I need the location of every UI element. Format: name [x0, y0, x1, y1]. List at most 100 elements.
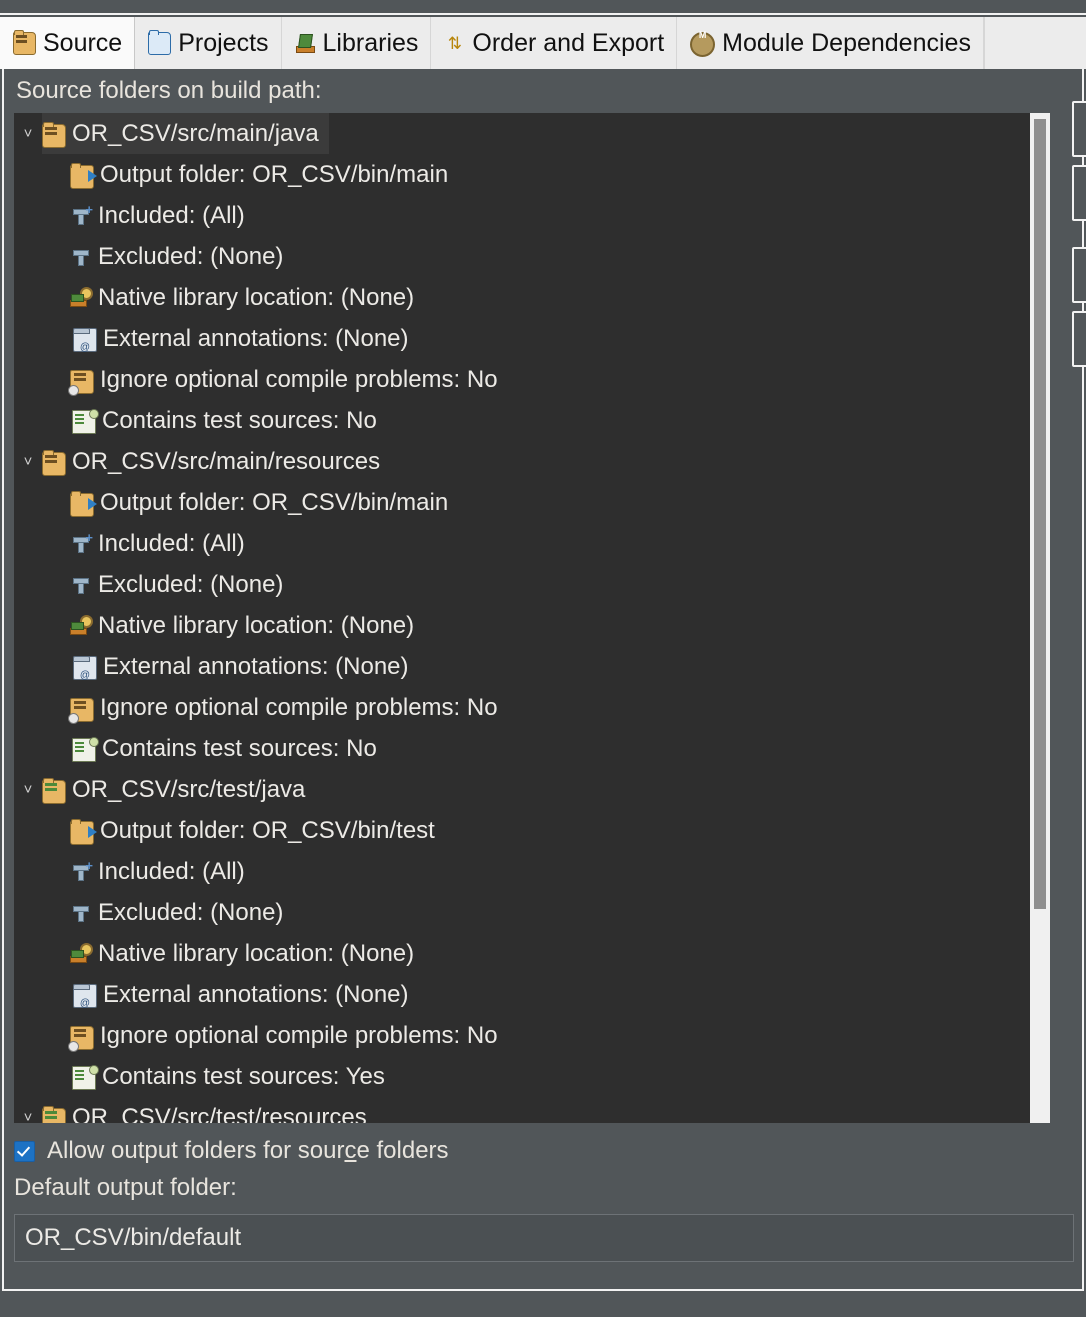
- tree-row-content: Excluded: (None): [70, 564, 293, 605]
- output-folder-icon: [70, 819, 97, 845]
- tab-source-label: Source: [43, 28, 123, 57]
- tree-row[interactable]: Output folder: OR_CSV/bin/main: [14, 154, 1030, 195]
- allow-output-folders-row[interactable]: Allow output folders for source folders: [14, 1131, 449, 1171]
- filter-exclude-icon: [70, 902, 92, 924]
- tree-row[interactable]: Excluded: (None): [14, 892, 1030, 933]
- side-button-4[interactable]: [1072, 311, 1086, 367]
- tree-row-label: Output folder: OR_CSV/bin/main: [100, 160, 449, 188]
- filter-include-icon: +: [70, 531, 93, 555]
- tree-row[interactable]: Native library location: (None): [14, 277, 1030, 318]
- window-top-strip: [0, 0, 1086, 15]
- allow-output-folders-checkbox[interactable]: [14, 1140, 35, 1162]
- tab-source[interactable]: Source: [0, 17, 136, 69]
- tab-module-dependencies-label: Module Dependencies: [722, 28, 971, 57]
- tree-row[interactable]: Excluded: (None): [14, 564, 1030, 605]
- ignore-problems-icon: [68, 1026, 94, 1052]
- tree-row-content: External annotations: (None): [70, 318, 419, 359]
- filter-exclude-icon: [70, 574, 92, 596]
- default-output-folder-value: OR_CSV/bin/default: [25, 1224, 242, 1251]
- tree-row-label: Output folder: OR_CSV/bin/test: [100, 816, 435, 844]
- package-folder-icon: [42, 122, 66, 148]
- allow-output-label-after: e folders: [356, 1137, 449, 1164]
- tree-row[interactable]: Contains test sources: Yes: [14, 1056, 1030, 1097]
- tree-row[interactable]: Contains test sources: No: [14, 400, 1030, 441]
- default-output-folder-label: Default output folder:: [14, 1174, 237, 1201]
- tree-row[interactable]: Ignore optional compile problems: No: [14, 1015, 1030, 1056]
- tab-order-and-export[interactable]: ⇅ Order and Export: [431, 17, 678, 69]
- ignore-problems-icon: [68, 370, 94, 396]
- tree-row[interactable]: External annotations: (None): [14, 974, 1030, 1015]
- tree-row-content: Excluded: (None): [70, 236, 293, 277]
- open-folder-icon: [148, 29, 172, 55]
- arrows-icon: ⇅: [447, 33, 463, 53]
- tree-row[interactable]: Output folder: OR_CSV/bin/test: [14, 810, 1030, 851]
- tab-projects[interactable]: Projects: [135, 17, 282, 69]
- tree-row[interactable]: ˅ OR_CSV/src/main/resources: [14, 441, 1030, 482]
- chevron-down-icon[interactable]: ˅: [14, 113, 42, 154]
- tab-projects-label: Projects: [178, 28, 269, 57]
- tree-row-label: OR_CSV/src/test/resources: [72, 1103, 367, 1123]
- chevron-down-icon[interactable]: ˅: [14, 769, 42, 810]
- tree-row[interactable]: Excluded: (None): [14, 236, 1030, 277]
- default-output-folder-input[interactable]: OR_CSV/bin/default: [14, 1214, 1074, 1262]
- side-buttons-strip: [1072, 69, 1086, 399]
- tree-row-content: Excluded: (None): [70, 892, 293, 933]
- module-circle-icon: [690, 31, 716, 57]
- tree-row-label: OR_CSV/src/main/java: [72, 119, 319, 147]
- tree-row[interactable]: + Included: (All): [14, 851, 1030, 892]
- tab-libraries-label: Libraries: [322, 28, 419, 57]
- side-button-3[interactable]: [1072, 247, 1086, 303]
- tree-row[interactable]: + Included: (All): [14, 523, 1030, 564]
- tree-row-label: Excluded: (None): [98, 898, 284, 926]
- side-button-2[interactable]: [1072, 165, 1086, 221]
- test-sources-icon: [72, 409, 99, 434]
- allow-output-label-mnemonic: c: [344, 1137, 357, 1164]
- tree-row[interactable]: Ignore optional compile problems: No: [14, 687, 1030, 728]
- tree-row-content: Native library location: (None): [70, 605, 424, 646]
- tree-scrollbar-thumb[interactable]: [1034, 119, 1046, 909]
- books-icon: [295, 33, 316, 54]
- source-tab-panel: Source folders on build path: ˅ OR_CSV/sr…: [2, 69, 1084, 1291]
- tree-row[interactable]: ˅ OR_CSV/src/main/java: [14, 113, 1030, 154]
- package-folder-test-icon: [42, 778, 66, 804]
- tab-libraries[interactable]: Libraries: [281, 17, 432, 69]
- chevron-down-icon[interactable]: ˅: [14, 1097, 42, 1123]
- tree-vertical-scrollbar[interactable]: [1030, 113, 1050, 1123]
- tree-row[interactable]: ˅ OR_CSV/src/test/resources: [14, 1097, 1030, 1123]
- tree-row-label: OR_CSV/src/test/java: [72, 775, 306, 803]
- side-button-1[interactable]: [1072, 101, 1086, 157]
- annotation-jar-icon: [73, 984, 97, 1009]
- tree-row[interactable]: Contains test sources: No: [14, 728, 1030, 769]
- tree-row-content: + Included: (All): [70, 195, 255, 236]
- tree-row[interactable]: ˅ OR_CSV/src/test/java: [14, 769, 1030, 810]
- tree-row[interactable]: Output folder: OR_CSV/bin/main: [14, 482, 1030, 523]
- package-folder-icon: [42, 450, 66, 476]
- tree-row-label: Included: (All): [98, 529, 245, 557]
- tree-row-content: + Included: (All): [70, 523, 255, 564]
- tree-row-label: Excluded: (None): [98, 570, 284, 598]
- tab-bar: Source Projects Libraries ⇅ Order and Ex…: [0, 17, 1086, 69]
- test-sources-icon: [72, 737, 99, 762]
- tree-row-label: Output folder: OR_CSV/bin/main: [100, 488, 449, 516]
- tree-row-content: + Included: (All): [70, 851, 255, 892]
- tree-row[interactable]: + Included: (All): [14, 195, 1030, 236]
- tree-row-content: OR_CSV/src/main/resources: [42, 441, 390, 482]
- tree-row[interactable]: Native library location: (None): [14, 933, 1030, 974]
- filter-exclude-icon: [70, 246, 92, 268]
- tree-row-label: Native library location: (None): [98, 611, 415, 639]
- tree-row[interactable]: External annotations: (None): [14, 318, 1030, 359]
- chevron-down-icon[interactable]: ˅: [14, 441, 42, 482]
- native-library-icon: [70, 286, 93, 309]
- tree-row-label: Ignore optional compile problems: No: [100, 365, 498, 393]
- tree-row[interactable]: Ignore optional compile problems: No: [14, 359, 1030, 400]
- tree-row[interactable]: External annotations: (None): [14, 646, 1030, 687]
- tab-module-dependencies[interactable]: Module Dependencies: [677, 17, 984, 69]
- tree-row-label: Ignore optional compile problems: No: [100, 1021, 498, 1049]
- tree-row-content: Contains test sources: No: [70, 400, 387, 441]
- tree-row-content: Contains test sources: Yes: [70, 1056, 395, 1097]
- tab-order-and-export-label: Order and Export: [472, 28, 665, 57]
- tree-row-label: Native library location: (None): [98, 939, 415, 967]
- test-sources-icon: [72, 1065, 99, 1090]
- tree-row[interactable]: Native library location: (None): [14, 605, 1030, 646]
- source-folders-tree[interactable]: ˅ OR_CSV/src/main/java Output folder: OR_C…: [14, 113, 1050, 1123]
